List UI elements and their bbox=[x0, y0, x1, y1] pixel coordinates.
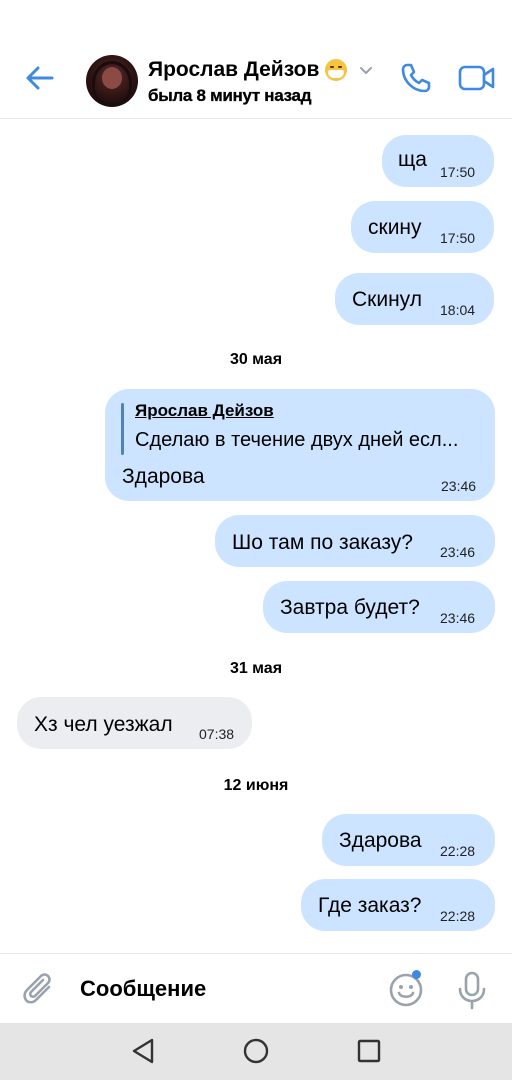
reply-quoted-text[interactable]: Сделаю в течение двух дней есл... bbox=[135, 429, 458, 452]
contact-title[interactable]: Ярослав Дейзов bbox=[148, 58, 375, 82]
chevron-down-icon[interactable] bbox=[357, 61, 375, 79]
date-separator: 12 июня bbox=[223, 777, 289, 794]
chat-header: Ярослав Дейзов была 8 минут назад bbox=[0, 0, 512, 119]
message-text: скину bbox=[368, 216, 422, 239]
message-bubble-incoming[interactable]: Хз чел уезжал 07:38 bbox=[17, 697, 252, 749]
message-time: 07:38 bbox=[199, 726, 235, 742]
message-bubble-outgoing[interactable]: Где заказ? 22:28 bbox=[301, 879, 495, 931]
phone-icon[interactable] bbox=[398, 60, 434, 96]
date-separator: 31 мая bbox=[229, 660, 283, 677]
microphone-icon[interactable] bbox=[455, 970, 489, 1010]
nav-home-icon[interactable] bbox=[243, 1038, 269, 1064]
message-time: 17:50 bbox=[440, 230, 476, 246]
message-input[interactable]: Сообщение bbox=[80, 976, 206, 1002]
avatar[interactable] bbox=[86, 55, 138, 107]
back-arrow-icon[interactable] bbox=[22, 60, 58, 96]
message-time: 23:46 bbox=[440, 544, 476, 560]
message-text: Завтра будет? bbox=[280, 596, 420, 619]
message-time: 22:28 bbox=[440, 908, 476, 924]
notification-dot bbox=[412, 970, 421, 979]
message-time: 23:46 bbox=[440, 610, 476, 626]
reply-quote-bar bbox=[121, 403, 124, 455]
message-time: 17:50 bbox=[440, 164, 476, 180]
paperclip-icon[interactable] bbox=[22, 972, 56, 1008]
last-seen-status: была 8 минут назад bbox=[148, 86, 312, 105]
date-separator: 30 мая bbox=[229, 351, 283, 368]
message-text: Здарова bbox=[339, 829, 422, 852]
message-bubble-outgoing-reply[interactable]: Ярослав Дейзов Сделаю в течение двух дне… bbox=[105, 389, 495, 501]
reply-author[interactable]: Ярослав Дейзов bbox=[135, 401, 274, 421]
message-time: 22:28 bbox=[440, 843, 476, 859]
message-time: 18:04 bbox=[440, 302, 476, 318]
message-bubble-outgoing[interactable]: Шо там по заказу? 23:46 bbox=[215, 515, 495, 567]
video-camera-icon[interactable] bbox=[458, 62, 496, 94]
message-text: Здарова bbox=[122, 465, 205, 488]
message-time: 23:46 bbox=[441, 478, 477, 494]
message-bubble-outgoing[interactable]: Завтра будет? 23:46 bbox=[263, 581, 495, 633]
system-navigation-bar bbox=[0, 1023, 512, 1080]
message-text: Где заказ? bbox=[318, 894, 422, 917]
mask-emoji-icon bbox=[325, 59, 348, 81]
message-bubble-outgoing[interactable]: Скинул 18:04 bbox=[335, 273, 494, 325]
message-composer: Сообщение bbox=[0, 953, 512, 1024]
message-bubble-outgoing[interactable]: ща 17:50 bbox=[382, 135, 494, 187]
nav-recent-apps-icon[interactable] bbox=[357, 1039, 381, 1063]
message-text: Шо там по заказу? bbox=[232, 531, 413, 554]
message-bubble-outgoing[interactable]: скину 17:50 bbox=[351, 201, 494, 253]
message-text: Хз чел уезжал bbox=[34, 713, 173, 736]
message-text: ща bbox=[398, 148, 427, 171]
nav-back-icon[interactable] bbox=[130, 1037, 156, 1065]
message-bubble-outgoing[interactable]: Здарова 22:28 bbox=[322, 814, 495, 866]
message-text: Скинул bbox=[352, 288, 422, 311]
contact-name: Ярослав Дейзов bbox=[148, 58, 320, 81]
